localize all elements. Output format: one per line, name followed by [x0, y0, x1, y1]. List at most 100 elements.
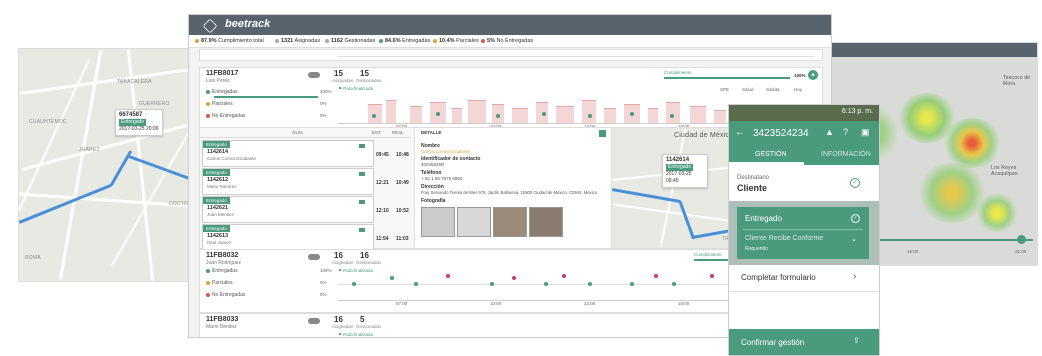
- app-topbar: beetrack: [189, 15, 831, 35]
- filter-spe[interactable]: SPE: [720, 87, 729, 92]
- complete-form-button[interactable]: Completar formulario: [741, 273, 816, 282]
- dot-icon: [379, 38, 383, 43]
- managed-label: Gestionadas: [356, 78, 382, 83]
- column-header: EST.: [372, 130, 382, 135]
- delivery-photo[interactable]: [421, 207, 455, 237]
- timeline-bar: [714, 110, 726, 123]
- tooltip-status: Entregado: [119, 119, 147, 126]
- delivery-dot[interactable]: [414, 282, 418, 286]
- legend-delivered: Entregadas: [206, 89, 238, 95]
- delivery-dot[interactable]: [490, 282, 494, 286]
- status-selector[interactable]: Entregado ✓ Cliente Recibe Conforme Requ…: [737, 207, 869, 259]
- map-label: JUÁREZ: [79, 147, 100, 153]
- dot-icon: [206, 280, 210, 285]
- delivery-item[interactable]: Entregado 1142614 Carlos Correa Escalant…: [202, 140, 374, 167]
- assigned-label: Asignadas: [332, 324, 354, 329]
- divider: [729, 291, 879, 292]
- confirm-label: Confirmar gestión: [741, 338, 805, 347]
- route-id: 11FB8033: [206, 316, 239, 323]
- route-card-partial: [199, 49, 823, 61]
- delivery-item[interactable]: Entregado 1142613 Raul Juarez: [202, 224, 374, 251]
- left-map[interactable]: TABACALERA GUERRERO CUAUHTÉMOC JUÁREZ DO…: [18, 48, 206, 282]
- assigned-label: Asignadas: [332, 260, 354, 265]
- map-label: GUERRERO: [139, 101, 170, 107]
- tab-informacion[interactable]: INFORMACIÓN: [821, 151, 871, 158]
- legend-pct: 100%: [320, 268, 332, 273]
- delivery-dot[interactable]: [630, 112, 634, 116]
- filter-salud[interactable]: Salud: [742, 87, 754, 92]
- filter-hoy[interactable]: Hoy: [794, 87, 802, 92]
- delivery-dot[interactable]: [562, 274, 566, 278]
- street: [659, 129, 687, 247]
- confirm-button[interactable]: Confirmar gestión ⇪: [729, 329, 879, 355]
- delivery-dot[interactable]: [372, 114, 376, 118]
- dot-icon: [481, 38, 485, 43]
- delivery-dot[interactable]: [446, 274, 450, 278]
- est-time: 12:10: [376, 208, 389, 214]
- est-time: 09:45: [376, 152, 389, 158]
- screen-title: 3423524234: [753, 128, 809, 139]
- delivery-dot[interactable]: [512, 276, 516, 280]
- truck-icon: [308, 72, 320, 78]
- column-header: GUÍA: [292, 130, 304, 135]
- time-slider[interactable]: [867, 239, 1033, 241]
- dot-icon: [195, 38, 199, 43]
- chevron-up-icon[interactable]: ▲: [808, 70, 818, 80]
- back-arrow-icon[interactable]: ←: [735, 127, 745, 138]
- truck-icon: [308, 318, 320, 324]
- delivery-dot[interactable]: [654, 274, 658, 278]
- delivery-dot[interactable]: [588, 282, 592, 286]
- delivery-dot[interactable]: [630, 282, 634, 286]
- legend-pct: 100%: [320, 89, 332, 94]
- item-id: 1142613: [207, 233, 229, 239]
- timeline-bar: [468, 100, 486, 123]
- managed-label: Gestionadas: [356, 260, 382, 265]
- delivery-dot[interactable]: [352, 282, 356, 286]
- help-icon[interactable]: ?: [843, 127, 848, 137]
- column-header: REAL: [392, 130, 404, 135]
- delivery-photo[interactable]: [529, 207, 563, 237]
- tab-gestion[interactable]: GESTIÓN: [755, 151, 787, 158]
- save-icon[interactable]: ▣: [861, 127, 870, 138]
- item-name: Juan Mendez: [207, 212, 235, 217]
- driver-name: Mario Benitez: [206, 324, 237, 330]
- delivery-dot[interactable]: [710, 274, 714, 278]
- stats-bar: 87.9% Cumplimiento total 1321 Asignadas …: [189, 35, 831, 48]
- chevron-right-icon[interactable]: ›: [853, 271, 856, 282]
- dot-icon: [206, 89, 210, 94]
- delivery-photo[interactable]: [493, 207, 527, 237]
- delivery-item[interactable]: Entregado 1142621 Juan Mendez: [202, 196, 374, 223]
- delivery-dot[interactable]: [436, 112, 440, 116]
- delivery-dot[interactable]: [390, 276, 394, 280]
- divider: [743, 229, 863, 230]
- timeline-bar: [690, 106, 706, 123]
- map-label: TABACALERA: [117, 79, 152, 85]
- filter-salsita[interactable]: Salsita: [766, 87, 780, 92]
- substatus-select[interactable]: Cliente Recibe Conforme: [745, 235, 823, 242]
- timeline-bar: [386, 100, 396, 123]
- delivery-dot[interactable]: [670, 114, 674, 118]
- delivery-dot[interactable]: [588, 114, 592, 118]
- map-tooltip[interactable]: 6674587 Entregado 2017-03-25 20:06: [115, 109, 163, 136]
- stat-delivered: 84.6% Entregadas: [379, 35, 430, 47]
- legend-not-delivered: No Entregadas: [206, 113, 245, 119]
- bell-icon[interactable]: ▲: [825, 127, 834, 137]
- route-line: [678, 200, 696, 240]
- delivery-dot[interactable]: [542, 112, 546, 116]
- chevron-down-icon[interactable]: ⌄: [851, 235, 857, 243]
- map-tooltip[interactable]: 1142614 Entregado 2017-03-25 09:45: [662, 154, 708, 188]
- delivery-item[interactable]: Entregado 1142612 Mario Ramírez: [202, 168, 374, 195]
- tooltip-date: 2017-03-25 09:45: [666, 171, 692, 184]
- real-time: 10:48: [396, 152, 409, 158]
- detail-panel: DETALLE Nombre Carlos Correa Escalante I…: [414, 128, 612, 248]
- dot-icon: [325, 38, 329, 43]
- delivery-photo[interactable]: [457, 207, 491, 237]
- status-time: 6:13 p. m.: [841, 108, 873, 115]
- check-circle-icon: ✓: [851, 214, 860, 223]
- slider-handle[interactable]: [1017, 235, 1026, 244]
- delivery-dot[interactable]: [496, 114, 500, 118]
- grid-icon[interactable]: [599, 130, 606, 137]
- delivery-dot[interactable]: [544, 282, 548, 286]
- stat-managed: 1162 Gestionadas: [325, 35, 375, 47]
- delivery-dot[interactable]: [672, 282, 676, 286]
